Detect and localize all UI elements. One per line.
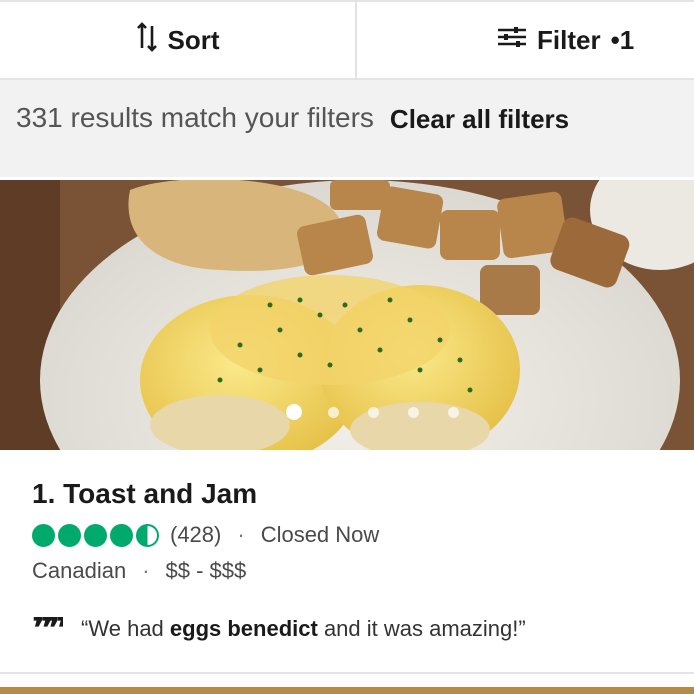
carousel-dot-active[interactable] — [286, 404, 302, 420]
filter-dot: • — [610, 24, 620, 55]
filter-count-badge: •1 — [611, 25, 635, 56]
quote-icon: ❞❞ — [32, 617, 64, 641]
sort-label: Sort — [167, 24, 220, 55]
cuisine-price-row: Canadian · $$ - $$$ — [32, 558, 246, 584]
filter-label: Filter — [537, 24, 601, 55]
review-count[interactable]: (428) — [170, 522, 221, 548]
quote-open: “We had — [81, 616, 170, 641]
carousel-dot[interactable] — [448, 407, 459, 418]
rating-bubble-half — [136, 523, 159, 547]
listing-card[interactable]: 1. Toast and Jam (428) · Closed Now Cana… — [0, 450, 694, 672]
results-text: results match your filters — [62, 102, 374, 133]
results-count: 331 — [16, 102, 63, 133]
price-range: $$ - $$$ — [165, 558, 247, 583]
results-summary: 331 results match your filters Clear all… — [0, 80, 694, 177]
sort-button[interactable]: Sort — [0, 2, 357, 78]
rating-bubble-full — [110, 523, 133, 547]
filter-button[interactable]: Filter •1 — [357, 2, 694, 78]
open-status: Closed Now — [260, 522, 380, 547]
carousel-dot[interactable] — [368, 407, 379, 418]
restaurant-name[interactable]: 1. Toast and Jam — [32, 478, 257, 510]
quote-close: and it was amazing!” — [317, 616, 526, 641]
quote-bold: eggs benedict — [169, 616, 318, 641]
filter-sliders-icon — [497, 25, 527, 56]
carousel-dot[interactable] — [408, 407, 419, 418]
card-divider — [0, 672, 694, 674]
review-snippet: ❞❞ “We had eggs benedict and it was amaz… — [32, 616, 526, 642]
toolbar: Sort Filter •1 — [0, 0, 694, 80]
rating-bubble-full — [32, 523, 55, 547]
rating-bubble-full — [84, 523, 107, 547]
review-snippet-text: “We had eggs benedict and it was amazing… — [81, 616, 526, 642]
filter-count: 1 — [619, 24, 635, 55]
carousel-dots[interactable] — [0, 404, 694, 424]
sort-icon — [136, 21, 158, 59]
separator-dot: · — [142, 558, 150, 583]
next-listing-photo-peek — [0, 687, 694, 694]
rating-row: (428) · Closed Now — [32, 522, 379, 548]
results-count-text: 331 results match your filters — [16, 102, 374, 134]
separator-dot: · — [237, 522, 245, 547]
clear-filters-link[interactable]: Clear all filters — [390, 104, 569, 135]
rating-bubble-full — [58, 523, 81, 547]
carousel-dot[interactable] — [328, 407, 339, 418]
cuisine: Canadian — [32, 558, 127, 583]
